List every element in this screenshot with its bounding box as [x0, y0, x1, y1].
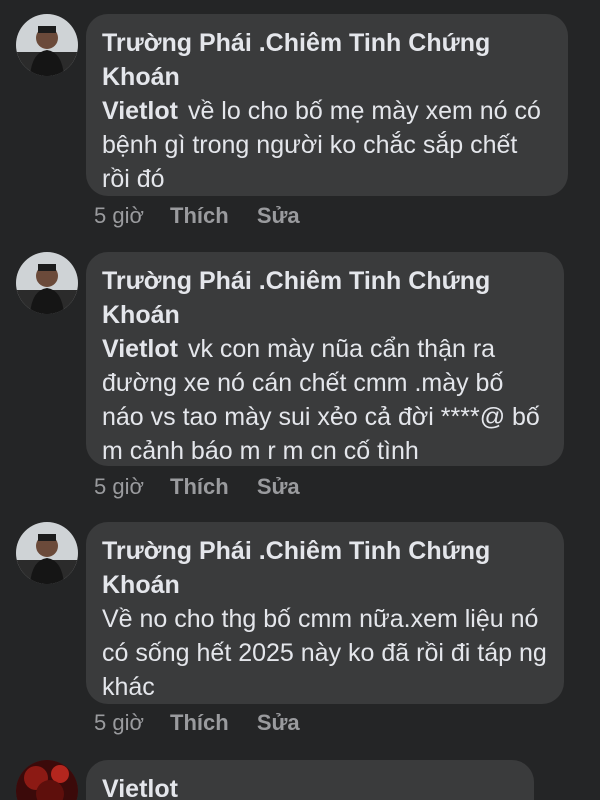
comment-actions: 5 giờ Thích Sửa	[94, 203, 322, 229]
comment-actions: 5 giờ Thích Sửa	[94, 710, 322, 736]
comment-bubble: Trường Phái .Chiêm Tinh Chứng Khoán Viet…	[86, 252, 564, 466]
edit-button[interactable]: Sửa	[257, 203, 300, 228]
comment-text: Vietlot vk con mày nũa cẩn thận ra đường …	[102, 332, 548, 468]
comment-bubble: Trường Phái .Chiêm Tinh Chứng Khoán Viet…	[86, 14, 568, 196]
like-button[interactable]: Thích	[170, 474, 229, 499]
comment-author[interactable]: Trường Phái .Chiêm Tinh Chứng Khoán	[102, 534, 548, 602]
comment-author[interactable]: Trường Phái .Chiêm Tinh Chứng Khoán	[102, 264, 548, 332]
mention-link[interactable]: Vietlot	[102, 335, 178, 363]
mention-link[interactable]: Vietlot	[102, 97, 178, 125]
edit-button[interactable]: Sửa	[257, 710, 300, 735]
like-button[interactable]: Thích	[170, 710, 229, 735]
comment-actions: 5 giờ Thích Sửa	[94, 474, 322, 500]
avatar[interactable]	[16, 760, 78, 800]
comment-thread: Trường Phái .Chiêm Tinh Chứng Khoán Viet…	[0, 0, 600, 800]
timestamp[interactable]: 5 giờ	[94, 203, 144, 228]
comment-bubble: Vietlot	[86, 760, 534, 800]
like-button[interactable]: Thích	[170, 203, 229, 228]
avatar[interactable]	[16, 252, 78, 314]
comment-text: Về no cho thg bố cmm nữa.xem liệu nó có …	[102, 605, 547, 701]
edit-button[interactable]: Sửa	[257, 474, 300, 499]
comment-author[interactable]: Trường Phái .Chiêm Tinh Chứng Khoán	[102, 26, 552, 94]
comment-text: Vietlot về lo cho bố mẹ mày xem nó có bện…	[102, 94, 552, 196]
avatar[interactable]	[16, 14, 78, 76]
timestamp[interactable]: 5 giờ	[94, 710, 144, 735]
avatar[interactable]	[16, 522, 78, 584]
comment-author[interactable]: Vietlot	[102, 772, 518, 800]
comment-bubble: Trường Phái .Chiêm Tinh Chứng Khoán Về n…	[86, 522, 564, 704]
timestamp[interactable]: 5 giờ	[94, 474, 144, 499]
